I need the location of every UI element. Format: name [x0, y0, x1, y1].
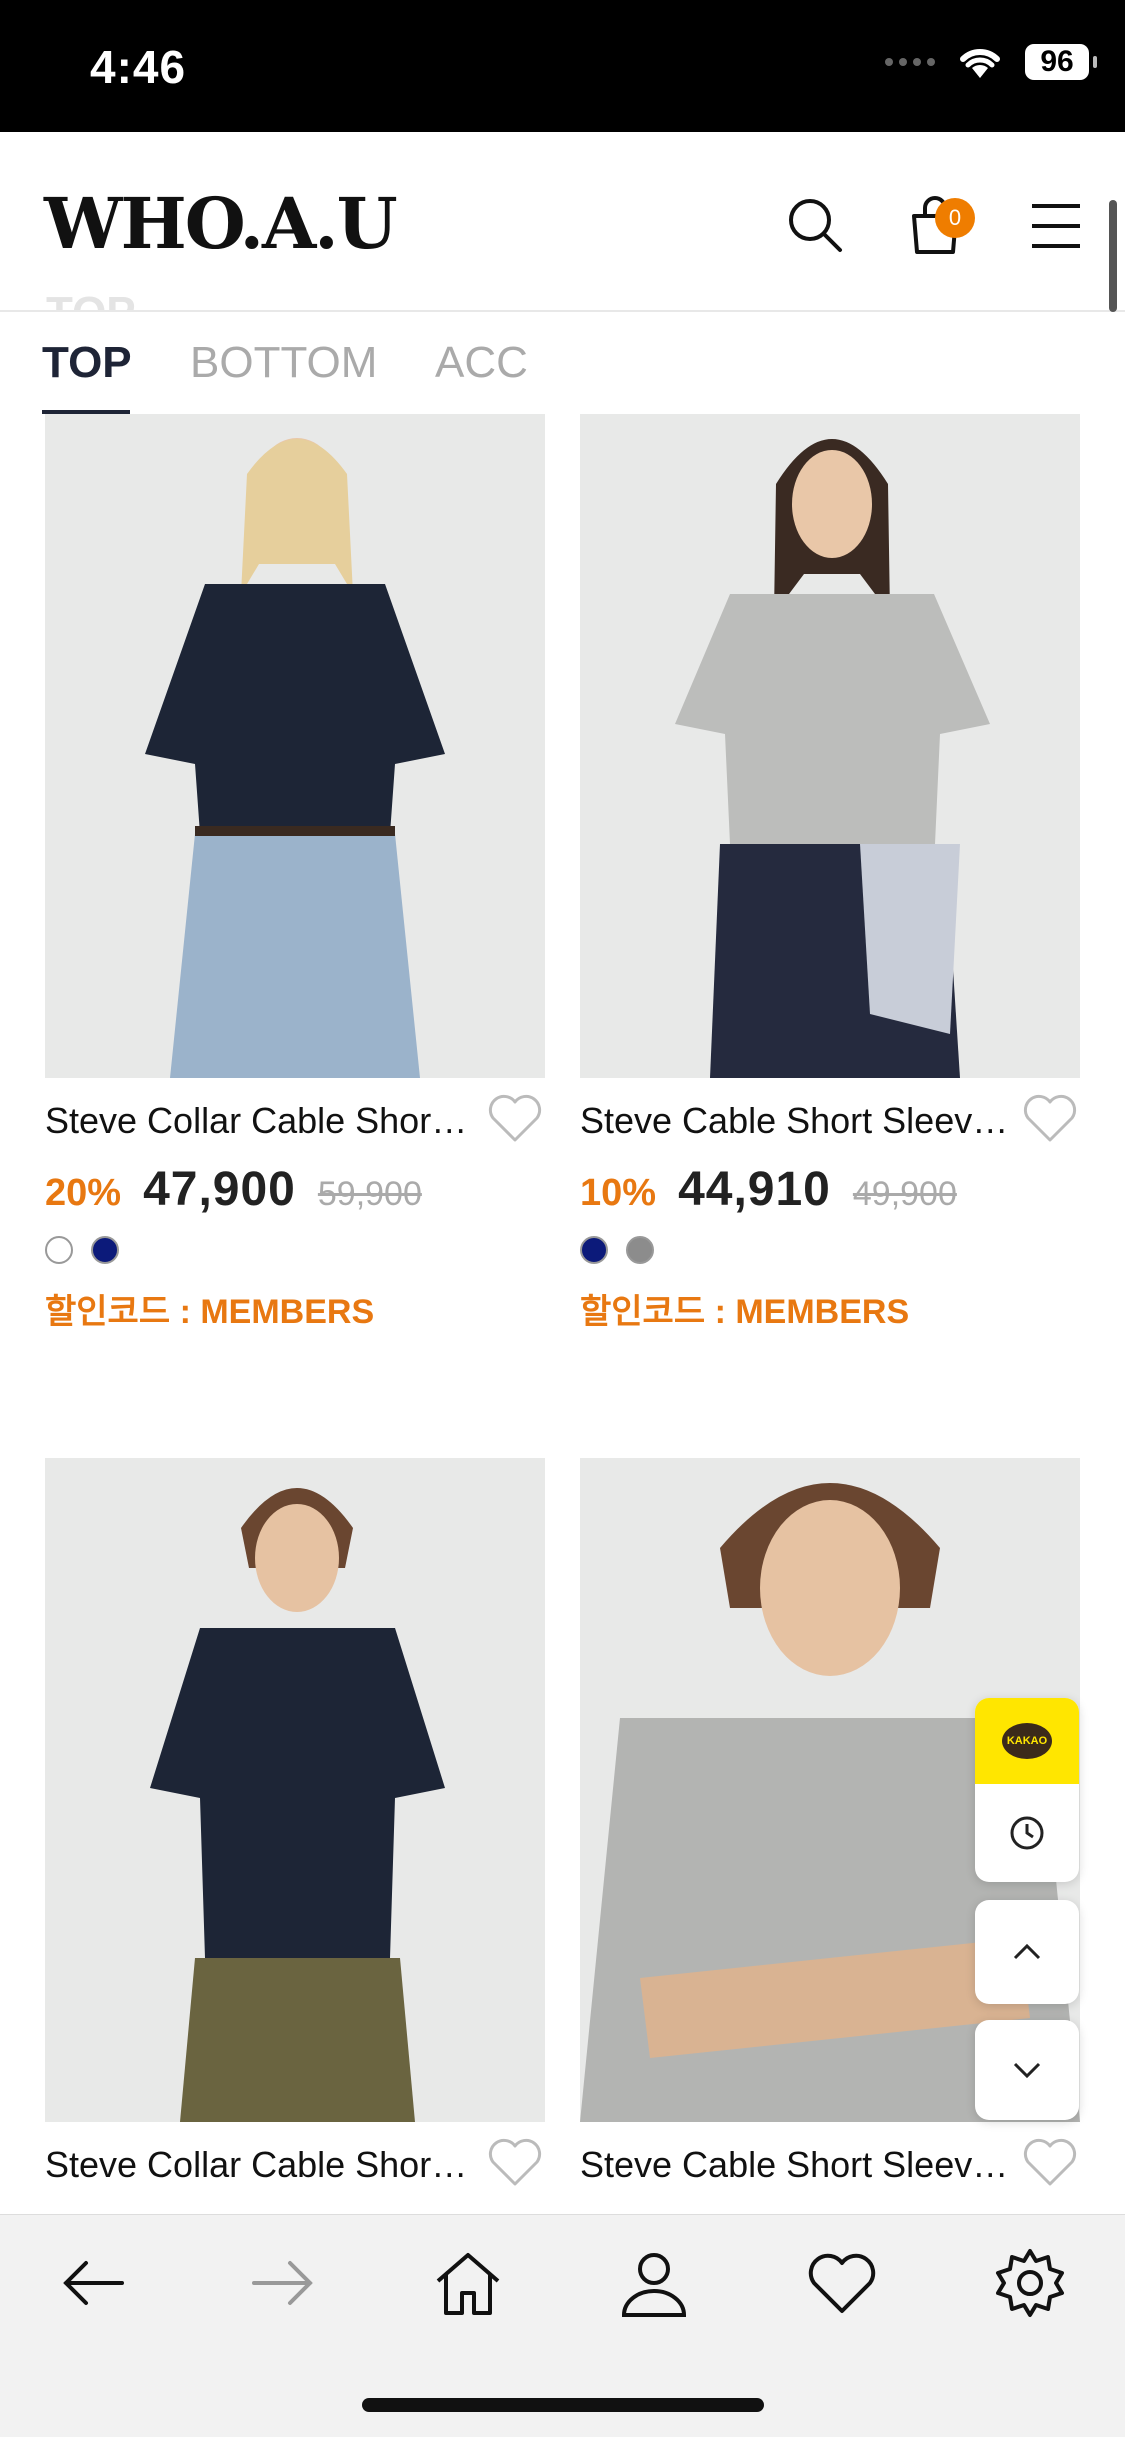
- product-card[interactable]: Steve Collar Cable Short Sleeve Knit 20%…: [45, 414, 545, 1331]
- home-icon[interactable]: [428, 2243, 508, 2323]
- color-swatch-gray[interactable]: [626, 1236, 654, 1264]
- product-name[interactable]: Steve Collar Cable Short Sleeve Knit: [45, 1100, 475, 1142]
- home-indicator: [362, 2398, 764, 2412]
- chevron-down-icon: [1013, 2062, 1041, 2079]
- wishlist-heart-icon[interactable]: [1020, 2134, 1080, 2190]
- scroll-down-button[interactable]: [975, 2020, 1079, 2120]
- status-indicators: 96: [885, 44, 1097, 80]
- discount-percent: 10%: [580, 1172, 657, 1214]
- wishlist-heart-icon[interactable]: [1020, 1090, 1080, 1146]
- product-name-row: Steve Cable Short Sleeve Knit: [580, 2138, 1080, 2194]
- back-arrow-icon[interactable]: [54, 2243, 134, 2323]
- scrollbar[interactable]: [1109, 200, 1117, 312]
- original-price: 49,900: [852, 1175, 957, 1213]
- promo-code: 할인코드 : MEMBERS: [580, 1293, 910, 1331]
- product-name-row: Steve Collar Cable Short Sleeve Knit: [45, 2138, 545, 2194]
- promo-code: 할인코드 : MEMBERS: [45, 1293, 375, 1331]
- settings-gear-icon[interactable]: [990, 2243, 1070, 2323]
- color-swatch-navy[interactable]: [91, 1236, 119, 1264]
- forward-arrow-icon[interactable]: [242, 2243, 322, 2323]
- wishlist-heart-icon[interactable]: [485, 2134, 545, 2190]
- color-swatches: [45, 1236, 119, 1264]
- clock-icon: [1010, 1816, 1044, 1850]
- price-row: 20% 47,900 59,900: [45, 1162, 422, 1217]
- chevron-up-icon: [1013, 1943, 1041, 1960]
- sale-price: 47,900: [143, 1163, 296, 1216]
- user-icon[interactable]: [614, 2243, 694, 2323]
- product-card[interactable]: Steve Cable Short Sleeve Knit 10% 44,910…: [580, 414, 1080, 1331]
- tab-bottom[interactable]: BOTTOM: [190, 338, 377, 388]
- wishlist-heart-icon[interactable]: [485, 1090, 545, 1146]
- ghost-category-title: TOP: [46, 288, 136, 310]
- kakao-chat-button[interactable]: KAKAO: [975, 1698, 1079, 1784]
- tab-top[interactable]: TOP: [42, 338, 132, 388]
- status-bar: 4:46 96: [0, 0, 1125, 132]
- search-icon[interactable]: [780, 190, 850, 260]
- discount-percent: 20%: [45, 1172, 122, 1214]
- product-name[interactable]: Steve Cable Short Sleeve Knit: [580, 1100, 1010, 1142]
- cart-count-badge: 0: [935, 198, 975, 238]
- product-image[interactable]: [580, 414, 1080, 1078]
- floating-chat-history: KAKAO: [975, 1698, 1079, 1882]
- battery-indicator: 96: [1025, 44, 1097, 80]
- product-card[interactable]: Steve Collar Cable Short Sleeve Knit: [45, 1458, 545, 2186]
- tab-acc[interactable]: ACC: [435, 338, 528, 388]
- sale-price: 44,910: [678, 1163, 831, 1216]
- product-image[interactable]: [45, 1458, 545, 2122]
- product-name[interactable]: Steve Cable Short Sleeve Knit: [580, 2144, 1010, 2186]
- signal-icon: [885, 58, 935, 66]
- status-time: 4:46: [90, 41, 187, 93]
- color-swatches: [580, 1236, 654, 1264]
- kakao-icon: KAKAO: [1002, 1723, 1052, 1759]
- color-swatch-white[interactable]: [45, 1236, 73, 1264]
- brand-logo[interactable]: WHO.A.U: [44, 182, 398, 265]
- hamburger-menu-icon[interactable]: [1020, 190, 1090, 260]
- site-header: WHO.A.U 0: [0, 132, 1125, 312]
- price-row: 10% 44,910 49,900: [580, 1162, 957, 1217]
- category-tabs: TOP BOTTOM ACC: [0, 312, 1125, 412]
- original-price: 59,900: [317, 1175, 422, 1213]
- recent-history-button[interactable]: [975, 1784, 1079, 1882]
- wifi-icon: [960, 48, 1000, 78]
- product-name-row: Steve Cable Short Sleeve Knit: [580, 1094, 1080, 1150]
- product-image[interactable]: [45, 414, 545, 1078]
- product-name-row: Steve Collar Cable Short Sleeve Knit: [45, 1094, 545, 1150]
- color-swatch-navy[interactable]: [580, 1236, 608, 1264]
- heart-icon[interactable]: [802, 2243, 882, 2323]
- scroll-up-button[interactable]: [975, 1900, 1079, 2004]
- product-name[interactable]: Steve Collar Cable Short Sleeve Knit: [45, 2144, 475, 2186]
